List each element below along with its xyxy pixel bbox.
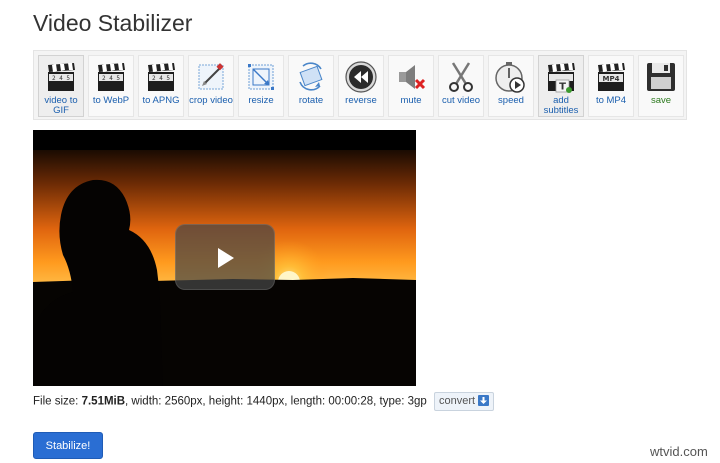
clapper-mp4-icon: MP4	[598, 63, 625, 91]
crop-icon	[198, 63, 224, 90]
tool-resize[interactable]: resize	[238, 55, 284, 117]
file-info-prefix: File size:	[33, 395, 82, 408]
reverse-icon	[345, 61, 377, 93]
clapper-text: 2 4 5	[52, 75, 70, 82]
watermark: wtvid.com	[650, 444, 708, 459]
convert-button[interactable]: convert	[434, 392, 495, 411]
tool-speed[interactable]: speed	[488, 55, 534, 117]
tool-cut-video[interactable]: cut video	[438, 55, 484, 117]
tool-label: add subtitles	[543, 95, 579, 116]
tool-add-subtitles[interactable]: T add subtitles	[538, 55, 584, 117]
tool-video-to-gif[interactable]: 2 4 5 video to GIF	[38, 55, 84, 117]
mute-icon	[399, 65, 426, 90]
download-arrow-icon	[478, 395, 490, 406]
mp4-text: MP4	[603, 75, 620, 83]
tools-toolbar: 2 4 5 video to GIF 2 4 5 to WebP 2 4 5 t…	[33, 50, 687, 120]
speed-icon	[495, 62, 525, 93]
convert-label: convert	[439, 395, 476, 407]
rotate-icon	[299, 62, 323, 91]
file-info: File size: 7.51MiB, width: 2560px, heigh…	[33, 392, 495, 411]
play-icon	[218, 248, 234, 268]
resize-icon	[248, 64, 274, 90]
tool-label: to MP4	[595, 95, 627, 106]
tool-label: to WebP	[92, 95, 130, 106]
clapper-text: 2 4 5	[102, 75, 120, 82]
svg-text:T: T	[559, 82, 566, 93]
subtitles-icon: T	[548, 63, 575, 93]
file-details: , width: 2560px, height: 1440px, length:…	[125, 395, 427, 408]
file-size: 7.51MiB	[81, 395, 126, 408]
clapper-apng-icon: 2 4 5	[148, 63, 175, 91]
page-title: Video Stabilizer	[33, 10, 193, 36]
tool-label: mute	[400, 95, 422, 106]
tool-label: resize	[248, 95, 274, 106]
tool-reverse[interactable]: reverse	[338, 55, 384, 117]
stabilize-button[interactable]: Stabilize!	[33, 432, 103, 459]
save-icon	[647, 63, 675, 91]
tool-label: cut video	[441, 95, 481, 106]
clapper-webp-icon: 2 4 5	[98, 63, 125, 91]
tool-to-webp[interactable]: 2 4 5 to WebP	[88, 55, 134, 117]
tool-to-apng[interactable]: 2 4 5 to APNG	[138, 55, 184, 117]
clapper-text: 2 4 5	[152, 75, 170, 82]
tool-save[interactable]: save	[638, 55, 684, 117]
tool-to-mp4[interactable]: MP4 to MP4	[588, 55, 634, 117]
tool-mute[interactable]: mute	[388, 55, 434, 117]
tool-label: speed	[498, 95, 524, 106]
tool-label: save	[650, 95, 672, 106]
play-button[interactable]	[175, 224, 275, 290]
tool-crop-video[interactable]: crop video	[188, 55, 234, 117]
tool-label: reverse	[345, 95, 377, 106]
video-player[interactable]	[33, 130, 416, 386]
scissors-icon	[449, 62, 473, 92]
tool-label: rotate	[298, 95, 324, 106]
tool-label: crop video	[189, 95, 233, 106]
tool-label: video to GIF	[44, 95, 78, 116]
tool-label: to APNG	[142, 95, 180, 106]
tool-rotate[interactable]: rotate	[288, 55, 334, 117]
clapper-gif-icon: 2 4 5	[48, 63, 75, 91]
